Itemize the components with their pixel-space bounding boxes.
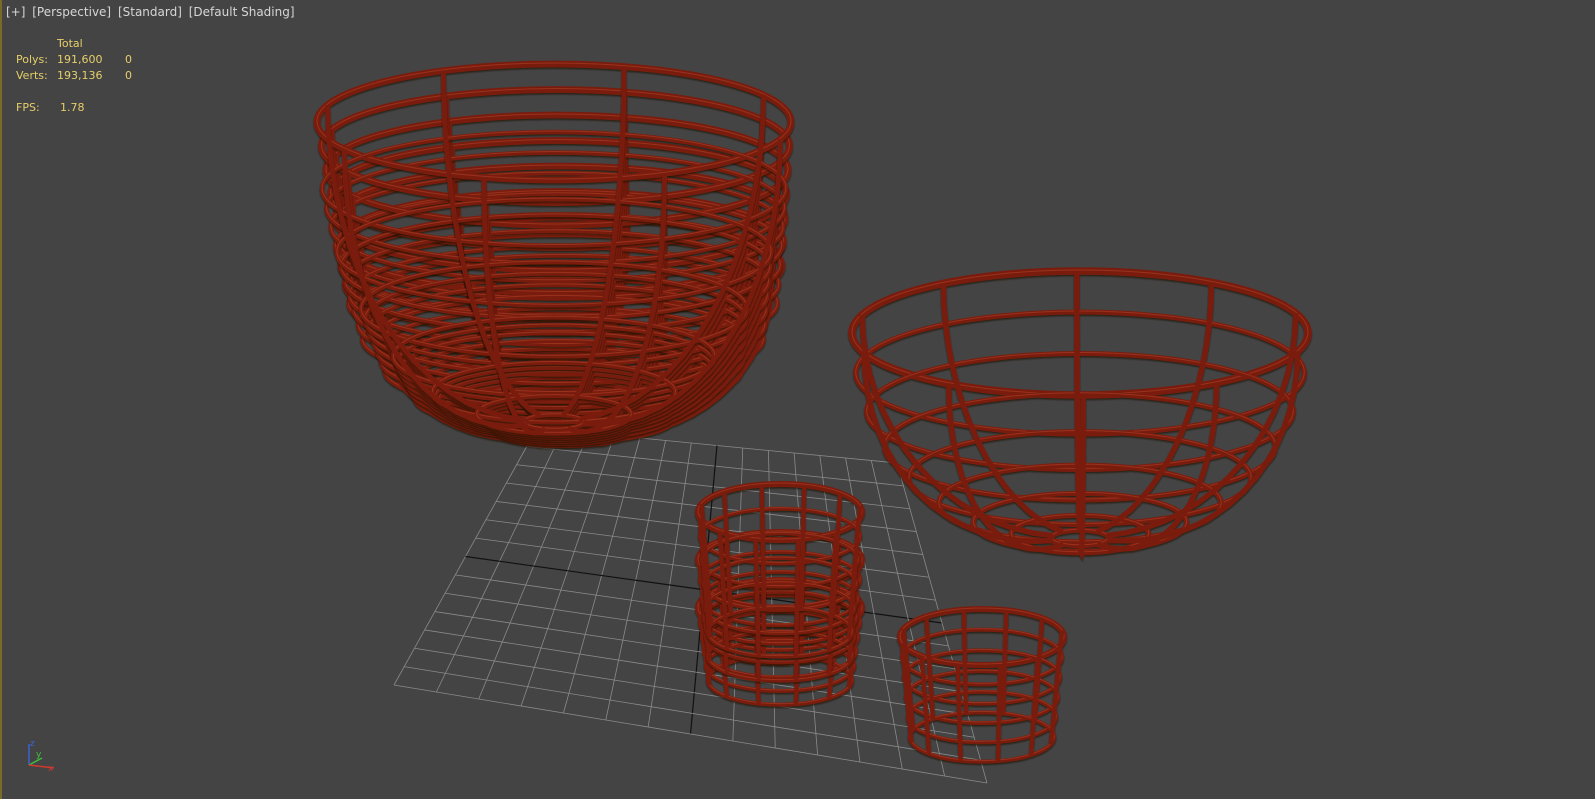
stats-polys-selected: 0 xyxy=(125,53,132,66)
gizmo-y-label: y xyxy=(36,750,42,760)
stats-polys-total: 191,600 xyxy=(57,53,103,66)
viewport-standard-menu[interactable]: [Standard] xyxy=(118,5,182,19)
stats-polys-label: Polys: xyxy=(16,53,48,66)
viewport-pov-menu[interactable]: [Perspective] xyxy=(32,5,111,19)
viewport-shading-menu[interactable]: [Default Shading] xyxy=(189,5,295,19)
perspective-viewport[interactable]: [+] [Perspective] [Standard] [Default Sh… xyxy=(0,0,1595,799)
stats-verts-selected: 0 xyxy=(125,69,132,82)
scene-canvas[interactable] xyxy=(2,0,1595,799)
stats-total-header: Total xyxy=(57,37,83,50)
stats-verts-label: Verts: xyxy=(16,69,48,82)
axis-tripod-icon: z y x xyxy=(28,739,55,774)
small-wire-cup[interactable] xyxy=(897,606,1067,764)
small-cup-stack[interactable] xyxy=(695,481,865,707)
viewport-plus-menu[interactable]: [+] xyxy=(6,5,25,19)
stats-fps-value: 1.78 xyxy=(60,101,85,114)
stats-fps-label: FPS: xyxy=(16,101,40,114)
gizmo-z-label: z xyxy=(30,739,35,749)
gizmo-x-label: x xyxy=(48,764,54,774)
large-bowl-stack[interactable] xyxy=(313,60,795,449)
stats-verts-total: 193,136 xyxy=(57,69,103,82)
large-wire-bowl[interactable] xyxy=(848,267,1312,561)
viewport-label-menu[interactable]: [+] [Perspective] [Standard] [Default Sh… xyxy=(6,5,298,19)
ground-grid xyxy=(393,427,988,784)
